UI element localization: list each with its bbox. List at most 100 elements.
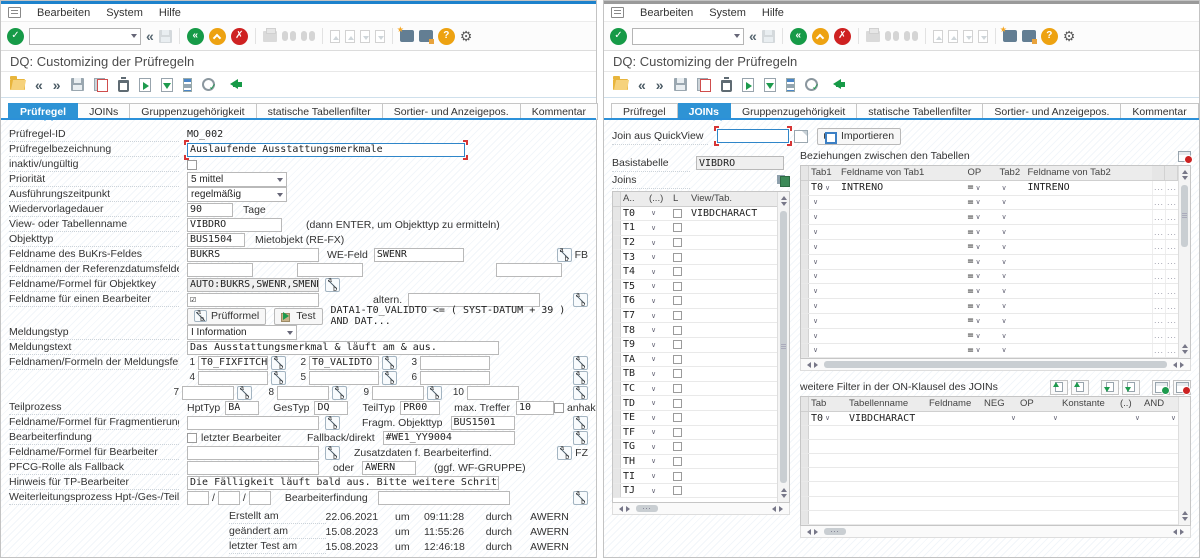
- scroll-right-icon[interactable]: [814, 529, 821, 535]
- chevron-down-icon[interactable]: ∨: [1000, 272, 1007, 280]
- filter-row[interactable]: T0∨ VIBDCHARACT ∨ ∨ ∨ ∨: [801, 412, 1178, 426]
- relation-row[interactable]: ∨ =∨ ∨ ... ...: [801, 284, 1178, 299]
- join-table-cell[interactable]: VIBDCHARACT: [689, 208, 777, 219]
- fragm-objekttyp-field[interactable]: BUS1501: [451, 416, 515, 430]
- left-outer-checkbox[interactable]: [673, 253, 682, 262]
- copy-rule-icon[interactable]: [94, 78, 108, 92]
- more-options-cell[interactable]: ...: [1152, 210, 1165, 224]
- more-options-cell[interactable]: ...: [1165, 284, 1178, 298]
- chevron-down-icon[interactable]: ∨: [649, 326, 656, 334]
- bearbeiter-formel-field[interactable]: [187, 446, 319, 460]
- more-options-cell[interactable]: ...: [1165, 270, 1178, 284]
- import-rule-icon[interactable]: [161, 78, 173, 92]
- formula-editor-icon[interactable]: [573, 416, 588, 430]
- max-treffer-field[interactable]: 10: [516, 401, 554, 415]
- we-feld-field[interactable]: SWENR: [374, 248, 464, 262]
- formula-editor-icon[interactable]: [573, 431, 588, 445]
- scroll-down-icon[interactable]: [1182, 350, 1188, 357]
- meldungsfeld-3[interactable]: [420, 356, 490, 370]
- objekttyp-field[interactable]: BUS1504: [187, 233, 245, 247]
- next-entry-icon[interactable]: »: [656, 78, 664, 92]
- chevron-down-icon[interactable]: ∨: [974, 213, 981, 221]
- chevron-down-icon[interactable]: ∨: [974, 228, 981, 236]
- chevron-down-icon[interactable]: ∨: [649, 312, 656, 320]
- previous-entry-icon[interactable]: «: [638, 78, 646, 92]
- importieren-button[interactable]: Importieren: [817, 128, 901, 145]
- scroll-left-icon[interactable]: [616, 506, 623, 512]
- join-alias-cell[interactable]: TH: [621, 456, 647, 467]
- more-options-cell[interactable]: ...: [1152, 196, 1165, 210]
- filters-horizontal-scrollbar[interactable]: [800, 526, 1191, 538]
- weiterleitung-teiltyp-field[interactable]: [249, 491, 271, 505]
- left-outer-checkbox[interactable]: [673, 209, 682, 218]
- join-row[interactable]: TB ∨: [613, 367, 777, 382]
- meldungsfeld-10[interactable]: [467, 386, 519, 400]
- more-options-cell[interactable]: ...: [1165, 210, 1178, 224]
- left-outer-checkbox[interactable]: [673, 340, 682, 349]
- tab-joins[interactable]: JOINs: [678, 103, 731, 120]
- scroll-down-icon[interactable]: [781, 494, 787, 501]
- join-row[interactable]: T8 ∨: [613, 323, 777, 338]
- join-row[interactable]: TA ∨: [613, 353, 777, 368]
- tab-kommentar[interactable]: Kommentar: [1121, 103, 1198, 120]
- scroll-right-icon[interactable]: [1180, 529, 1187, 535]
- schedule-check-icon[interactable]: [805, 78, 818, 91]
- filter-row[interactable]: [801, 426, 1178, 440]
- menu-system[interactable]: System: [106, 7, 143, 19]
- back-arrow-icon[interactable]: [225, 79, 242, 90]
- wiedervorlagedauer-field[interactable]: 90: [187, 203, 233, 217]
- relation-row[interactable]: ∨ =∨ ∨ ... ...: [801, 196, 1178, 211]
- relations-horizontal-scrollbar[interactable]: [800, 359, 1191, 371]
- left-outer-checkbox[interactable]: [673, 282, 682, 291]
- chevron-down-icon[interactable]: ∨: [1000, 332, 1007, 340]
- chevron-down-icon[interactable]: ∨: [649, 457, 656, 465]
- formula-editor-icon[interactable]: [382, 371, 397, 385]
- relation-row[interactable]: ∨ =∨ ∨ ... ...: [801, 344, 1178, 359]
- value-help-icon[interactable]: [794, 130, 808, 143]
- relation-row[interactable]: ∨ =∨ ∨ ... ...: [801, 299, 1178, 314]
- menu-bearbeiten[interactable]: Bearbeiten: [640, 7, 693, 19]
- chevron-down-icon[interactable]: ∨: [1000, 258, 1007, 266]
- batch-list-icon[interactable]: [786, 78, 795, 92]
- chevron-down-icon[interactable]: ∨: [649, 355, 656, 363]
- relation-row[interactable]: ∨ =∨ ∨ ... ...: [801, 329, 1178, 344]
- chevron-down-icon[interactable]: ∨: [823, 414, 830, 422]
- join-row[interactable]: T7 ∨: [613, 309, 777, 324]
- command-field[interactable]: [29, 28, 141, 45]
- chevron-down-icon[interactable]: ∨: [649, 224, 656, 232]
- meldungstext-field[interactable]: Das Ausstattungsmerkmal & läuft am & aus…: [187, 341, 499, 355]
- scroll-down-icon[interactable]: [1182, 517, 1188, 524]
- next-entry-icon[interactable]: »: [53, 78, 61, 92]
- more-options-cell[interactable]: ...: [1152, 284, 1165, 298]
- chevron-down-icon[interactable]: ∨: [649, 414, 656, 422]
- filters-vertical-scrollbar[interactable]: [1178, 397, 1190, 525]
- join-row[interactable]: T9 ∨: [613, 338, 777, 353]
- tab-cell[interactable]: T0: [811, 413, 823, 424]
- meldungsfeld-4[interactable]: [198, 371, 268, 385]
- formula-editor-icon[interactable]: [573, 293, 588, 307]
- op-cell[interactable]: ∨: [1018, 414, 1060, 422]
- more-options-cell[interactable]: ...: [1152, 240, 1165, 254]
- chevron-down-icon[interactable]: ∨: [1000, 228, 1007, 236]
- chevron-down-icon[interactable]: ∨: [649, 385, 656, 393]
- scroll-up-icon[interactable]: [781, 193, 787, 200]
- more-options-cell[interactable]: ...: [1152, 270, 1165, 284]
- menu-system[interactable]: System: [709, 7, 746, 19]
- join-row[interactable]: TD ∨: [613, 396, 777, 411]
- more-options-cell[interactable]: ...: [1152, 225, 1165, 239]
- left-outer-checkbox[interactable]: [673, 355, 682, 364]
- relation-row[interactable]: ∨ =∨ ∨ ... ...: [801, 255, 1178, 270]
- chevron-down-icon[interactable]: ∨: [1000, 346, 1007, 354]
- formula-editor-icon[interactable]: [325, 278, 340, 292]
- more-options-cell[interactable]: ...: [1165, 344, 1178, 358]
- chevron-down-icon[interactable]: ∨: [974, 287, 981, 295]
- prueformel-button[interactable]: Prüfformel: [187, 308, 266, 325]
- save-rule-icon[interactable]: [71, 78, 84, 91]
- scroll-right-icon[interactable]: [779, 506, 786, 512]
- chevron-down-icon[interactable]: ∨: [974, 317, 981, 325]
- chevron-down-icon[interactable]: ∨: [649, 268, 656, 276]
- chevron-down-icon[interactable]: ∨: [1000, 198, 1007, 206]
- chevron-down-icon[interactable]: ∨: [1000, 243, 1007, 251]
- export-rule-icon[interactable]: [139, 78, 151, 92]
- join-alias-cell[interactable]: T6: [621, 295, 647, 306]
